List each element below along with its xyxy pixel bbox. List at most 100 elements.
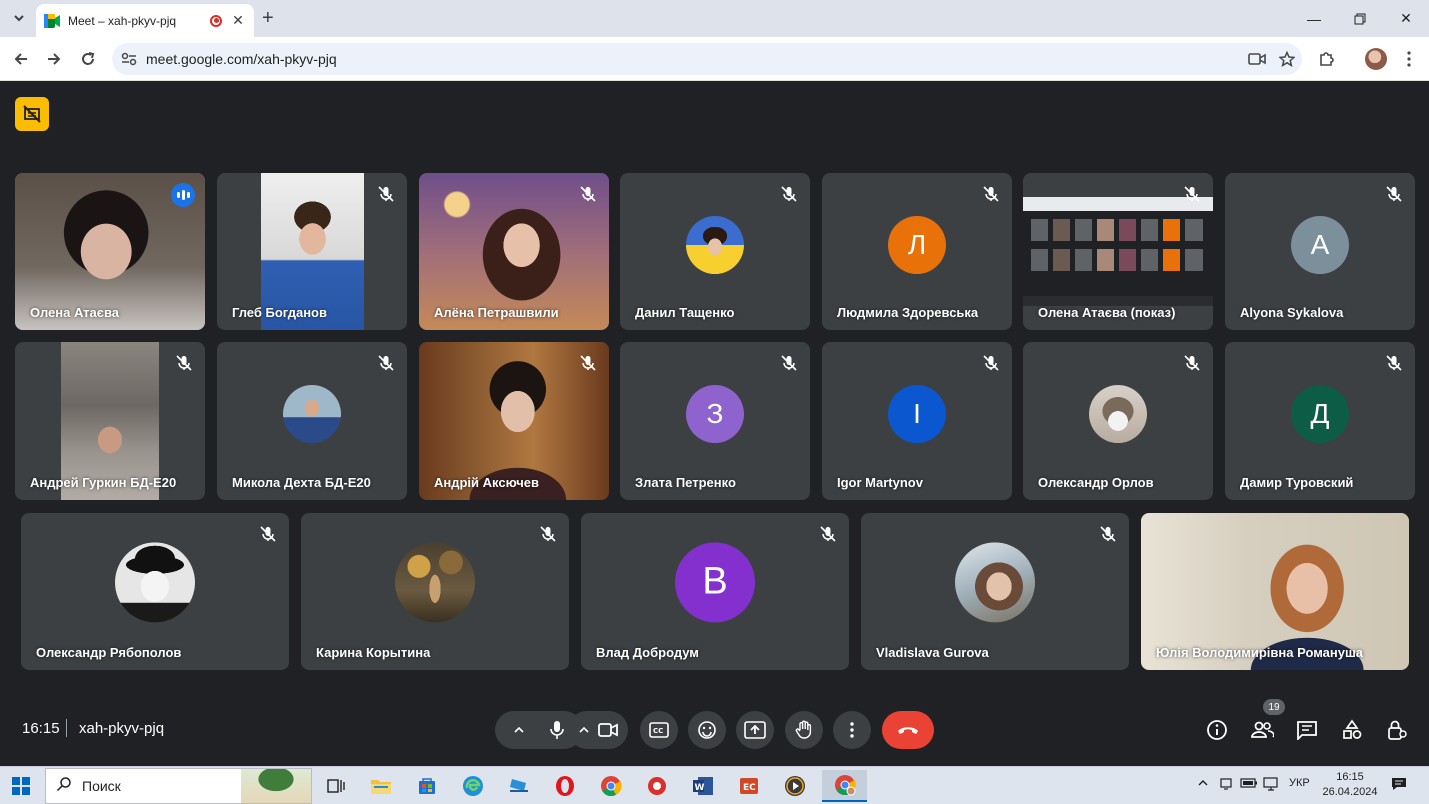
arrow-right-icon	[48, 53, 61, 65]
camera-icon[interactable]	[598, 723, 618, 737]
taskbar-search[interactable]: Поиск	[45, 768, 312, 804]
taskbar-chrome-active[interactable]	[822, 770, 867, 802]
present-screen-icon	[744, 721, 766, 739]
windows-start-icon[interactable]	[12, 777, 30, 795]
participant-tile[interactable]: Андрій Аксючев	[419, 342, 609, 500]
raise-hand-button[interactable]	[785, 711, 823, 749]
lock-person-icon	[1388, 720, 1407, 740]
participant-tile[interactable]: Алёна Петрашвили	[419, 173, 609, 330]
tray-network[interactable]	[1263, 777, 1279, 794]
taskbar-app-cloud[interactable]	[499, 770, 539, 802]
participant-tile-screenshare[interactable]: Олена Атаєва (показ)	[1023, 173, 1213, 330]
chevron-up-icon	[514, 726, 524, 733]
back-button[interactable]	[9, 47, 33, 71]
system-clock[interactable]: 16:15 26.04.2024	[1322, 770, 1378, 800]
chrome-profile-icon	[834, 775, 856, 796]
participant-tile[interactable]: Данил Тащенко	[620, 173, 810, 330]
mic-off-icon	[260, 526, 276, 542]
chat-button[interactable]	[1295, 718, 1319, 742]
activities-button[interactable]	[1340, 718, 1364, 742]
present-screen-button[interactable]	[736, 711, 774, 749]
leave-call-button[interactable]	[882, 711, 934, 749]
bookmark-star-icon[interactable]	[1272, 51, 1302, 67]
participant-tile[interactable]: I Igor Martynov	[822, 342, 1012, 500]
show-hidden-icons-button[interactable]	[1197, 777, 1209, 792]
clock-date: 26.04.2024	[1322, 786, 1378, 798]
taskbar-app-red[interactable]	[637, 770, 677, 802]
address-bar[interactable]: meet.google.com/xah-pkyv-pjq	[112, 43, 1302, 75]
meeting-info-badge[interactable]	[15, 97, 49, 131]
taskbar-store[interactable]	[407, 770, 447, 802]
browser-menu-button[interactable]	[1397, 47, 1421, 71]
close-window-button[interactable]: ✕	[1383, 0, 1429, 37]
participant-name: Igor Martynov	[837, 475, 923, 490]
browser-tab[interactable]: Meet – xah-pkyv-pjq ✕	[36, 4, 254, 37]
camera-in-use-icon[interactable]	[1242, 52, 1272, 66]
participant-tile[interactable]: Д Дамир Туровский	[1225, 342, 1415, 500]
microphone-icon[interactable]	[549, 720, 565, 740]
svg-text:CC: CC	[653, 727, 663, 735]
shared-screen-feed	[1023, 197, 1213, 306]
tray-battery[interactable]	[1240, 777, 1258, 792]
participant-tile[interactable]: Карина Корытина	[301, 513, 569, 670]
task-view-button[interactable]	[316, 770, 356, 802]
battery-icon	[1240, 778, 1257, 788]
participant-name: Глеб Богданов	[232, 305, 327, 320]
site-settings-icon[interactable]	[112, 52, 146, 66]
people-button[interactable]	[1250, 718, 1274, 742]
window-controls: — ✕	[1291, 0, 1429, 37]
video-off-icon	[23, 105, 41, 123]
participant-tile[interactable]: A Alyona Sykalova	[1225, 173, 1415, 330]
camera-control[interactable]	[568, 711, 628, 749]
new-tab-button[interactable]: +	[262, 8, 274, 28]
taskbar-media-player[interactable]	[775, 770, 815, 802]
mic-off-icon	[1184, 186, 1200, 202]
participant-tile[interactable]: Олена Атаєва	[15, 173, 205, 330]
mic-off-icon	[781, 355, 797, 371]
taskbar-word[interactable]: W	[683, 770, 723, 802]
meeting-details-button[interactable]	[1205, 718, 1229, 742]
hand-icon	[795, 720, 812, 739]
minimize-button[interactable]: —	[1291, 0, 1337, 37]
participant-tile[interactable]: Олександр Рябополов	[21, 513, 289, 670]
participant-tile[interactable]: Микола Дехта БД-Е20	[217, 342, 407, 500]
taskbar-app-orange[interactable]: EC	[729, 770, 769, 802]
participant-tile[interactable]: Глеб Богданов	[217, 173, 407, 330]
reactions-button[interactable]	[688, 711, 726, 749]
participant-tile[interactable]: Андрей Гуркин БД-Е20	[15, 342, 205, 500]
participant-tile[interactable]: Юлія Володимирівна Романуша	[1141, 513, 1409, 670]
maximize-button[interactable]	[1337, 0, 1383, 37]
tab-search-button[interactable]	[8, 7, 30, 29]
meeting-time: 16:15	[22, 720, 60, 737]
taskbar-file-explorer[interactable]	[361, 770, 401, 802]
captions-button[interactable]: CC	[640, 711, 678, 749]
profile-avatar[interactable]	[1365, 48, 1387, 70]
participant-tile[interactable]: Л Людмила Здоревська	[822, 173, 1012, 330]
participant-name: Олександр Рябополов	[36, 645, 182, 660]
reload-button[interactable]	[76, 47, 100, 71]
participant-tile[interactable]: Олександр Орлов	[1023, 342, 1213, 500]
participant-tile[interactable]: В Влад Добродум	[581, 513, 849, 670]
more-options-button[interactable]	[833, 711, 871, 749]
meeting-controls-bar: 16:15 xah-pkyv-pjq CC 19	[0, 699, 1429, 766]
store-icon	[419, 778, 435, 794]
mic-off-icon	[983, 355, 999, 371]
emoji-icon	[698, 721, 716, 739]
extensions-button[interactable]	[1314, 47, 1338, 71]
recording-indicator-icon	[210, 14, 222, 27]
tab-close-icon[interactable]: ✕	[230, 12, 246, 29]
notifications-button[interactable]	[1391, 777, 1407, 794]
notification-icon	[1392, 778, 1406, 790]
participant-tile[interactable]: Vladislava Gurova	[861, 513, 1129, 670]
taskbar-chrome[interactable]	[591, 770, 631, 802]
language-indicator[interactable]: УКР	[1289, 777, 1310, 789]
taskbar-opera[interactable]	[545, 770, 585, 802]
taskbar-edge[interactable]	[453, 770, 493, 802]
participant-name: Олена Атаєва (показ)	[1038, 305, 1176, 320]
mic-off-icon	[1100, 526, 1116, 542]
participant-tile[interactable]: З Злата Петренко	[620, 342, 810, 500]
word-icon: W	[693, 777, 713, 795]
host-controls-button[interactable]	[1385, 718, 1409, 742]
tray-devices[interactable]	[1219, 777, 1233, 794]
forward-button[interactable]	[42, 47, 66, 71]
